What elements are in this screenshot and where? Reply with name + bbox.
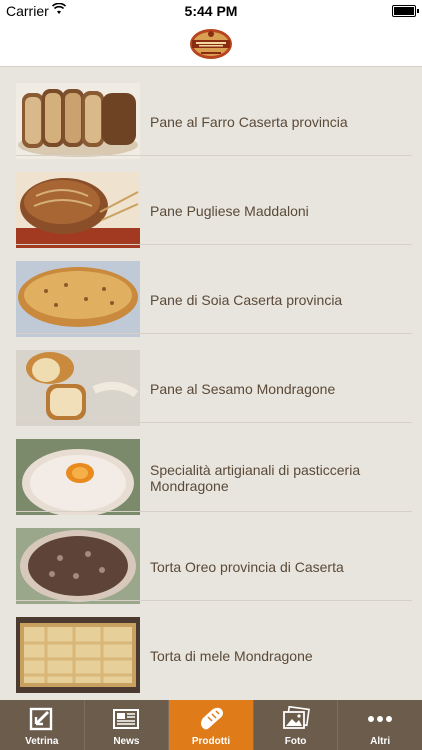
product-row[interactable]: Pane di Soia Caserta provincia — [0, 245, 422, 337]
product-name: Pane al Farro Caserta provincia — [150, 114, 348, 130]
tab-label: Altri — [370, 736, 391, 747]
product-name: Pane Pugliese Maddaloni — [150, 203, 309, 219]
tab-foto[interactable]: Foto — [254, 700, 339, 750]
tab-label: News — [113, 736, 140, 747]
product-list[interactable]: Pane al Farro Caserta provincia Pane Pug… — [0, 67, 422, 700]
tab-label: Prodotti — [191, 736, 231, 747]
status-bar: Carrier 5:44 PM — [0, 0, 422, 22]
news-icon — [113, 709, 140, 729]
tab-label: Vetrina — [25, 736, 59, 747]
tab-altri[interactable]: Altri — [338, 700, 422, 750]
product-name: Torta Oreo provincia di Caserta — [150, 559, 344, 575]
tab-news[interactable]: News — [85, 700, 170, 750]
pastry-photo — [16, 439, 140, 515]
bread-slices-photo — [16, 83, 140, 159]
product-name: Pane di Soia Caserta provincia — [150, 292, 343, 308]
product-name: Pane al Sesamo Mondragone — [150, 381, 336, 397]
product-row[interactable]: Pane al Sesamo Mondragone — [0, 334, 422, 426]
more-icon — [368, 716, 393, 722]
tab-bar: Vetrina News Prodotti Foto Altri — [0, 700, 422, 750]
photos-icon — [282, 706, 310, 729]
product-row[interactable]: Torta Oreo provincia di Caserta — [0, 512, 422, 604]
showcase-icon — [29, 707, 52, 731]
product-row[interactable]: Pane al Farro Caserta provincia — [0, 67, 422, 159]
tab-prodotti[interactable]: Prodotti — [169, 700, 254, 750]
product-row[interactable]: Specialità artigianali di pasticceria Mo… — [0, 423, 422, 515]
product-name: Specialità artigianali di pasticceria Mo… — [150, 462, 361, 494]
bakery-logo-icon[interactable] — [189, 27, 233, 61]
app-header — [0, 22, 422, 67]
bread-icon — [200, 707, 223, 730]
battery-icon — [392, 5, 419, 17]
soy-bread-photo — [16, 261, 140, 337]
oreo-cake-photo — [16, 528, 140, 604]
product-row[interactable]: Torta di mele Mondragone — [0, 601, 422, 693]
sesame-bread-photo — [16, 350, 140, 426]
status-time: 5:44 PM — [184, 3, 238, 19]
round-loaf-photo — [16, 172, 140, 248]
tab-label: Foto — [284, 736, 307, 747]
product-row[interactable]: Pane Pugliese Maddaloni — [0, 156, 422, 248]
product-name: Torta di mele Mondragone — [150, 648, 313, 664]
tab-vetrina[interactable]: Vetrina — [0, 700, 85, 750]
apple-cake-photo — [16, 617, 140, 693]
